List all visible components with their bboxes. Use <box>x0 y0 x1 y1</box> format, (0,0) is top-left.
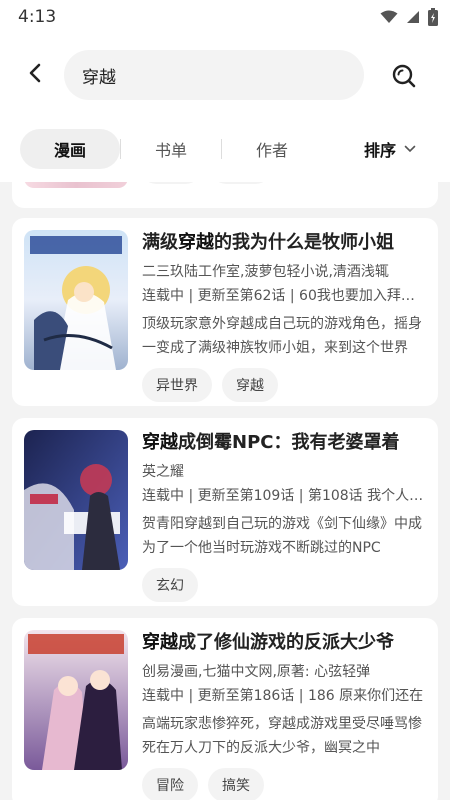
sort-dropdown[interactable]: 排序 <box>350 129 430 169</box>
result-tags: 冒险 搞笑 <box>142 768 428 800</box>
tag-chip[interactable]: 穿越 <box>222 368 278 402</box>
back-button[interactable] <box>20 58 50 88</box>
tag-chip[interactable] <box>212 182 270 184</box>
result-info: 满级穿越的我为什么是牧师小姐 二三玖陆工作室,菠萝包轻小说,清酒浅辄 连载中 |… <box>142 230 428 402</box>
result-description: 高端玩家悲惨猝死，穿越成游戏里受尽唾骂惨死在万人刀下的反派大少爷，幽冥之中 <box>142 716 422 756</box>
result-card[interactable]: 穿越成倒霉NPC：我有老婆罩着 英之耀 连载中 | 更新至第109话 | 第10… <box>12 418 438 606</box>
category-tabs: 漫画 书单 作者 排序 <box>0 116 450 182</box>
tag-chip[interactable] <box>142 182 200 184</box>
cover-image <box>24 630 128 770</box>
chevron-left-icon <box>29 63 41 83</box>
cover-image <box>24 430 128 570</box>
tab-authors[interactable]: 作者 <box>222 129 322 169</box>
status-bar: 4:13 <box>0 0 450 34</box>
tab-booklists[interactable]: 书单 <box>121 129 221 169</box>
search-icon <box>392 64 416 88</box>
signal-icon <box>407 11 419 23</box>
search-header: 穿越 <box>0 34 450 116</box>
result-title: 穿越成了修仙游戏的反派大少爷 <box>142 632 394 653</box>
cover-image <box>24 230 128 370</box>
result-status: 连载中 | 更新至第109话 | 第108话 我个人觉得 <box>142 488 428 504</box>
result-description: 顶级玩家意外穿越成自己玩的游戏角色，摇身一变成了满级神族牧师小姐，来到这个世界 <box>142 316 422 356</box>
result-authors: 英之耀 <box>142 464 184 480</box>
result-authors: 二三玖陆工作室,菠萝包轻小说,清酒浅辄 <box>142 264 389 280</box>
result-title: 穿越成倒霉NPC：我有老婆罩着 <box>142 432 400 453</box>
results-list[interactable]: 满级穿越的我为什么是牧师小姐 二三玖陆工作室,菠萝包轻小说,清酒浅辄 连载中 |… <box>0 182 450 800</box>
tag-chip[interactable]: 搞笑 <box>208 768 264 800</box>
result-card[interactable]: 满级穿越的我为什么是牧师小姐 二三玖陆工作室,菠萝包轻小说,清酒浅辄 连载中 |… <box>12 218 438 406</box>
tag-chip[interactable]: 冒险 <box>142 768 198 800</box>
status-time: 4:13 <box>18 7 57 27</box>
search-button[interactable] <box>388 60 420 92</box>
result-tags: 异世界 穿越 <box>142 368 428 402</box>
wifi-icon <box>380 10 398 23</box>
battery-icon <box>428 8 438 26</box>
sort-label: 排序 <box>363 141 396 160</box>
search-query: 穿越 <box>82 67 116 88</box>
result-authors: 创易漫画,七猫中文网,原著: 心弦轻弹 <box>142 664 371 680</box>
result-info: 穿越成了修仙游戏的反派大少爷 创易漫画,七猫中文网,原著: 心弦轻弹 连载中 |… <box>142 630 428 800</box>
result-status: 连载中 | 更新至第186话 | 186 原来你们还在 <box>142 688 424 704</box>
search-input[interactable]: 穿越 <box>64 50 364 100</box>
result-tags: 玄幻 <box>142 568 428 602</box>
chevron-down-icon <box>404 145 416 153</box>
result-status: 连载中 | 更新至第62话 | 60我也要加入拜托了 <box>142 288 428 304</box>
result-card[interactable]: 穿越成了修仙游戏的反派大少爷 创易漫画,七猫中文网,原著: 心弦轻弹 连载中 |… <box>12 618 438 800</box>
status-icons <box>380 8 438 26</box>
result-info: 穿越成倒霉NPC：我有老婆罩着 英之耀 连载中 | 更新至第109话 | 第10… <box>142 430 428 602</box>
tag-chip[interactable]: 玄幻 <box>142 568 198 602</box>
tag-chip[interactable]: 异世界 <box>142 368 212 402</box>
result-title: 满级穿越的我为什么是牧师小姐 <box>142 232 394 253</box>
cover-image <box>24 182 128 188</box>
result-description: 贺青阳穿越到自己玩的游戏《剑下仙缘》中成为了一个他当时玩游戏不断跳过的NPC <box>142 516 422 556</box>
tab-comics[interactable]: 漫画 <box>20 129 120 169</box>
result-card-partial[interactable] <box>12 182 438 208</box>
